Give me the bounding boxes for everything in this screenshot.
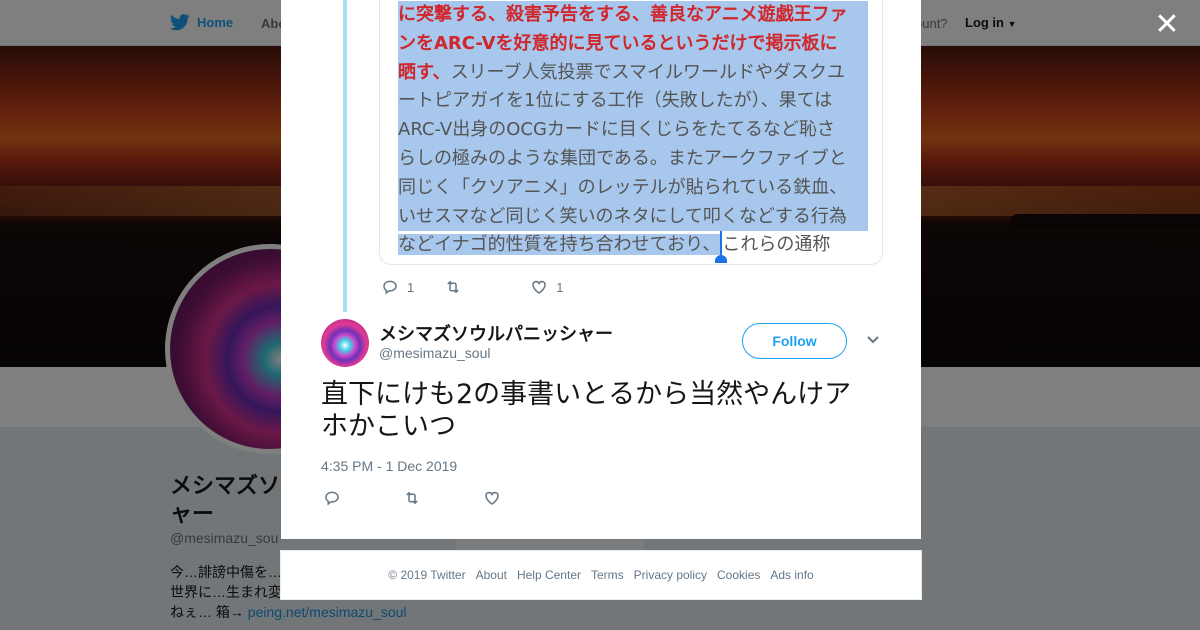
like-count: 1: [556, 279, 564, 295]
heart-icon: [532, 280, 546, 294]
footer-about[interactable]: About: [476, 568, 507, 582]
footer: © 2019 Twitter About Help Center Terms P…: [280, 550, 922, 600]
footer-privacy[interactable]: Privacy policy: [634, 568, 707, 582]
chevron-down-icon[interactable]: [866, 335, 880, 345]
footer-copyright: © 2019 Twitter: [388, 568, 466, 582]
author-name[interactable]: メシマズソウルパニッシャー: [379, 320, 613, 346]
reply-icon: [325, 491, 339, 506]
author-avatar[interactable]: [321, 319, 369, 367]
quote-line: 晒す、スリーブ人気投票でスマイルワールドやダスクユ: [398, 58, 868, 88]
quote-line: ンをARC-Vを好意的に見ているというだけで掲示板に: [398, 29, 868, 59]
tweet-text-line2: ホかこいつ: [321, 411, 456, 442]
footer-terms[interactable]: Terms: [591, 568, 624, 582]
follow-button[interactable]: Follow: [742, 323, 847, 359]
tweet-text: 直下にけも2の事書いとるから当然やんけア ホかこいつ: [321, 379, 881, 443]
quote-line: ARC-V出身のOCGカードに目くじらをたてるなど恥さ: [398, 116, 868, 145]
quoted-image-card[interactable]: に突撃する、殺害予告をする、善良なアニメ遊戯王ファ ンをARC-Vを好意的に見て…: [379, 0, 883, 265]
like-button[interactable]: 1: [530, 278, 563, 296]
selection-caret-handle[interactable]: [715, 231, 728, 264]
retweet-button[interactable]: [403, 489, 421, 507]
quote-line: ートピアガイを1位にする工作（失敗したが）、果ては: [398, 87, 868, 117]
parent-tweet-actions: 1 1: [381, 277, 563, 297]
heart-icon: [485, 491, 499, 505]
footer-help[interactable]: Help Center: [517, 568, 581, 582]
tweet-modal: に突撃する、殺害予告をする、善良なアニメ遊戯王ファ ンをARC-Vを好意的に見て…: [281, 0, 921, 539]
quote-line: に突撃する、殺害予告をする、善良なアニメ遊戯王ファ: [398, 1, 868, 30]
tweet-timestamp[interactable]: 4:35 PM - 1 Dec 2019: [321, 458, 457, 474]
like-button[interactable]: [483, 489, 501, 507]
tweet-text-line1: 直下にけも2の事書いとるから当然やんけア: [321, 379, 852, 410]
footer-ads[interactable]: Ads info: [770, 568, 813, 582]
quote-line: 同じく「クソアニメ」のレッテルが貼られている鉄血、: [398, 173, 868, 203]
quote-line-last: などイナゴ的性質を持ち合わせており、 これらの通称: [398, 231, 868, 264]
quote-line: いせスマなど同じく笑いのネタにして叩くなどする行為: [398, 202, 868, 232]
reply-button[interactable]: [323, 489, 341, 507]
tweet-author: メシマズソウルパニッシャー @mesimazu_soul Follow: [321, 319, 881, 369]
reply-button[interactable]: 1: [381, 278, 414, 296]
footer-cookies[interactable]: Cookies: [717, 568, 760, 582]
retweet-button[interactable]: [444, 278, 470, 296]
retweet-icon: [406, 491, 418, 505]
thread-connector-line: [343, 0, 347, 312]
author-handle[interactable]: @mesimazu_soul: [379, 345, 490, 361]
reply-count: 1: [407, 279, 415, 295]
close-icon[interactable]: ✕: [1152, 10, 1182, 40]
reply-icon: [383, 280, 397, 295]
quote-line: らしの極みのような集団である。またアークファイブと: [398, 144, 868, 174]
retweet-icon: [447, 280, 460, 294]
quoted-image-text: に突撃する、殺害予告をする、善良なアニメ遊戯王ファ ンをARC-Vを好意的に見て…: [398, 1, 868, 264]
